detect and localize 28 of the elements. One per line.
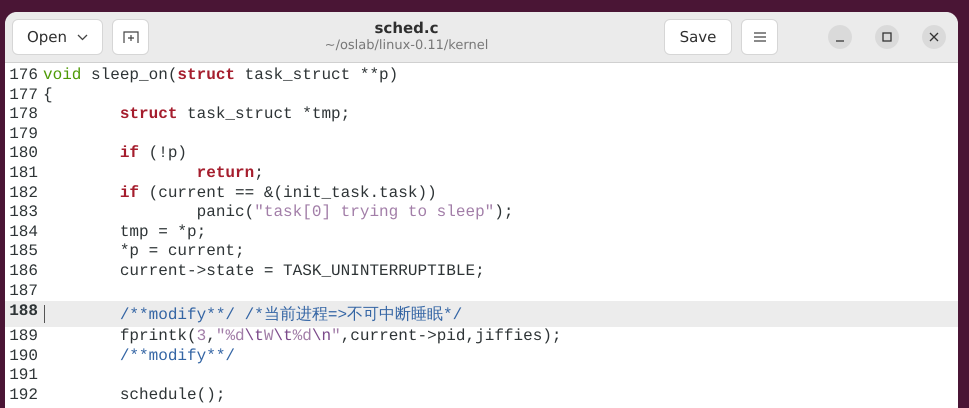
- code-line: if (!p): [118, 144, 188, 164]
- save-button[interactable]: Save: [664, 19, 732, 55]
- file-path: ~/oslab/linux-0.11/kernel: [324, 37, 488, 54]
- new-tab-icon: [122, 30, 138, 44]
- code-line: struct task_struct *tmp;: [118, 105, 350, 125]
- close-icon: [929, 32, 939, 42]
- code-line: /**modify**/ /*当前进程=>不可中断睡眠*/: [118, 304, 462, 326]
- code-line: panic("task[0] trying to sleep");: [196, 203, 514, 223]
- code-line: void sleep_on(struct task_struct **p): [43, 66, 398, 86]
- code-line: current->state = TASK_UNINTERRUPTIBLE;: [118, 262, 485, 282]
- maximize-button[interactable]: [875, 25, 899, 49]
- caret-icon: [77, 34, 88, 40]
- window-title: sched.c: [374, 20, 438, 37]
- code-line: tmp = *p;: [118, 222, 206, 242]
- menu-button[interactable]: [741, 19, 778, 55]
- minimize-icon: [836, 40, 844, 42]
- close-button[interactable]: [922, 25, 946, 49]
- code-line: {: [43, 86, 53, 106]
- maximize-icon: [882, 32, 892, 42]
- new-tab-button[interactable]: [112, 19, 149, 55]
- code-line: fprintk(3,"%d\tW\t%d\n",current->pid,jiffies);: [118, 327, 562, 347]
- code-line: if (current == &(init_task.task)): [118, 184, 437, 204]
- open-button[interactable]: Open: [12, 19, 103, 55]
- code-line: return;: [196, 164, 264, 184]
- code-line: *p = current;: [118, 242, 245, 262]
- menu-icon: [754, 32, 766, 42]
- code-line: /**modify**/: [118, 346, 236, 366]
- code-line: schedule();: [118, 386, 226, 406]
